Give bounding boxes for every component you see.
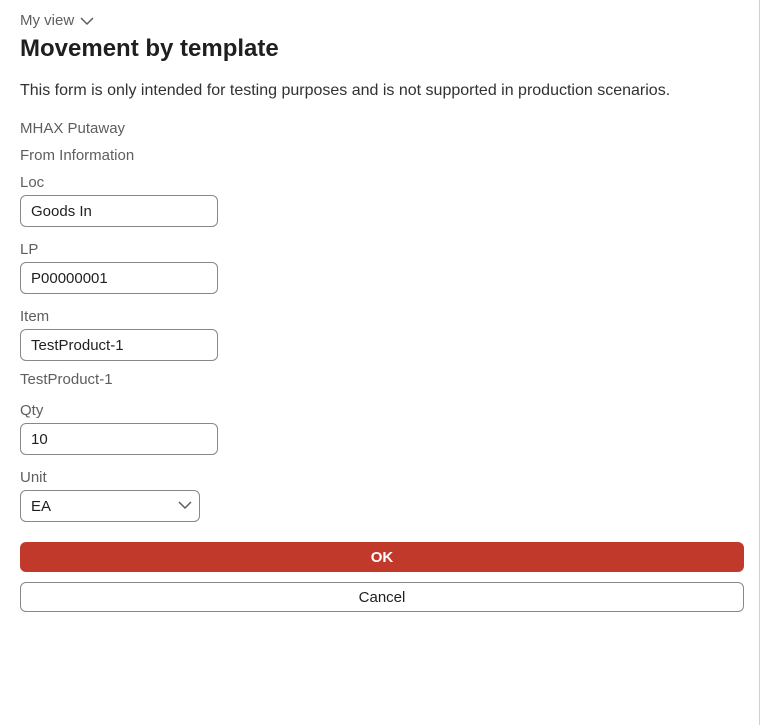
unit-label: Unit [20,469,747,486]
view-selector[interactable]: My view [20,12,747,29]
chevron-down-icon [80,16,94,26]
item-label: Item [20,308,747,325]
qty-input[interactable] [20,423,218,455]
item-input[interactable] [20,329,218,361]
loc-label: Loc [20,174,747,191]
lp-input[interactable] [20,262,218,294]
item-description: TestProduct-1 [20,371,747,388]
section-header: From Information [20,147,747,164]
view-label: My view [20,12,74,29]
warning-text: This form is only intended for testing p… [20,79,720,102]
page-title: Movement by template [20,35,747,63]
lp-label: LP [20,241,747,258]
cancel-button-label: Cancel [359,589,406,606]
pane-divider [759,0,760,725]
ok-button-label: OK [371,549,394,566]
ok-button[interactable]: OK [20,542,744,572]
unit-select[interactable]: EA [20,490,200,522]
loc-input[interactable] [20,195,218,227]
qty-label: Qty [20,402,747,419]
cancel-button[interactable]: Cancel [20,582,744,612]
context-text: MHAX Putaway [20,120,747,137]
unit-value: EA [31,498,51,515]
